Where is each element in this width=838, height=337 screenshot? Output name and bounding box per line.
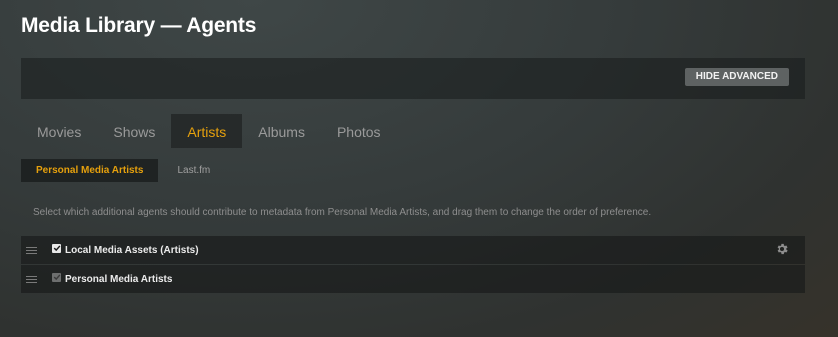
library-tabs: Movies Shows Artists Albums Photos [21, 114, 397, 148]
gear-icon[interactable] [775, 242, 789, 256]
tab-albums[interactable]: Albums [242, 114, 321, 148]
tab-movies[interactable]: Movies [21, 114, 97, 148]
instructions-text: Select which additional agents should co… [33, 207, 652, 218]
checkmark-icon [53, 274, 60, 281]
hide-advanced-button[interactable]: HIDE ADVANCED [684, 68, 789, 86]
agent-checkbox[interactable] [52, 243, 61, 253]
agent-checkbox [52, 272, 61, 282]
advanced-bar: HIDE ADVANCED [21, 58, 805, 99]
page-title: Media Library — Agents [21, 14, 257, 37]
agent-row-local-media-assets[interactable]: Local Media Assets (Artists) [21, 236, 805, 264]
agent-subtabs: Personal Media Artists Last.fm [21, 159, 229, 182]
agent-list: Local Media Assets (Artists) Personal Me… [21, 236, 805, 294]
agent-name: Local Media Assets (Artists) [65, 244, 199, 256]
drag-handle-icon[interactable] [26, 246, 37, 254]
agent-row-personal-media-artists[interactable]: Personal Media Artists [21, 265, 805, 293]
tab-shows[interactable]: Shows [97, 114, 171, 148]
subtab-personal-media-artists[interactable]: Personal Media Artists [21, 159, 159, 182]
tab-photos[interactable]: Photos [321, 114, 397, 148]
drag-handle-icon[interactable] [26, 275, 37, 283]
checkmark-icon [53, 245, 60, 252]
tab-artists[interactable]: Artists [171, 114, 243, 148]
subtab-lastfm[interactable]: Last.fm [162, 159, 225, 182]
agent-name: Personal Media Artists [65, 273, 173, 285]
